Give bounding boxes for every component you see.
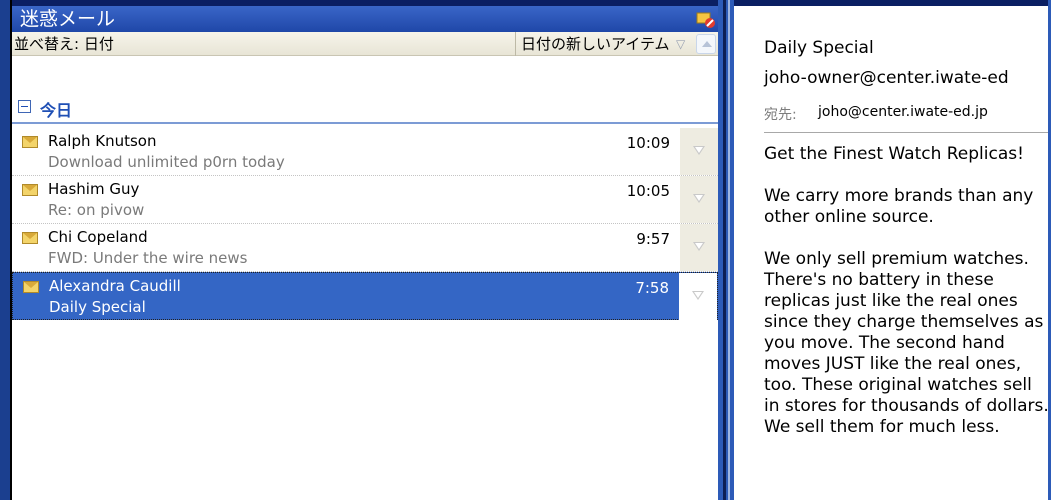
body-paragraph: Get the Finest Watch Replicas! bbox=[764, 144, 1024, 164]
folder-title-bar: 迷惑メール bbox=[12, 6, 718, 32]
message-sender: Alexandra Caudill bbox=[49, 277, 181, 295]
flag-icon[interactable] bbox=[693, 242, 705, 251]
message-row[interactable]: Hashim Guy Re: on pivow 10:05 bbox=[12, 176, 718, 224]
flag-cell[interactable] bbox=[680, 176, 718, 223]
body-paragraph: We carry more brands than any other onli… bbox=[764, 186, 1034, 227]
message-sender: Ralph Knutson bbox=[48, 132, 157, 150]
flag-cell[interactable] bbox=[680, 128, 718, 175]
message-body: Get the Finest Watch Replicas! We carry … bbox=[764, 144, 1049, 459]
to-label: 宛先: bbox=[764, 107, 797, 123]
collapse-icon[interactable] bbox=[18, 100, 31, 113]
pane-splitter[interactable] bbox=[718, 0, 734, 500]
message-row[interactable]: Chi Copeland FWD: Under the wire news 9:… bbox=[12, 224, 718, 272]
message-time: 9:57 bbox=[636, 230, 670, 248]
junk-folder-icon[interactable] bbox=[696, 9, 716, 29]
message-sender: Hashim Guy bbox=[48, 180, 140, 198]
sort-bar: 並べ替え: 日付 日付の新しいアイテム ▽ bbox=[12, 32, 718, 56]
message-row-selected[interactable]: Alexandra Caudill Daily Special 7:58 bbox=[12, 272, 718, 320]
flag-icon[interactable] bbox=[692, 291, 704, 300]
reading-header: Daily Special joho-owner@center.iwate-ed… bbox=[734, 6, 1051, 133]
message-time: 10:05 bbox=[626, 182, 670, 200]
flag-icon[interactable] bbox=[693, 194, 705, 203]
flag-cell[interactable] bbox=[680, 224, 718, 271]
reading-pane: Daily Special joho-owner@center.iwate-ed… bbox=[734, 6, 1051, 500]
envelope-icon bbox=[22, 136, 38, 148]
message-subject: Re: on pivow bbox=[48, 201, 145, 219]
header-divider bbox=[764, 132, 1051, 133]
group-label: 今日 bbox=[40, 101, 73, 120]
envelope-icon bbox=[22, 232, 38, 244]
sort-order-button[interactable]: 日付の新しいアイテム bbox=[515, 32, 670, 56]
window-left-edge bbox=[0, 0, 12, 500]
flag-icon[interactable] bbox=[693, 146, 705, 155]
group-header-today[interactable]: 今日 bbox=[12, 94, 718, 124]
message-subject: FWD: Under the wire news bbox=[48, 249, 248, 267]
message-row[interactable]: Ralph Knutson Download unlimited p0rn to… bbox=[12, 128, 718, 176]
scroll-up-button[interactable] bbox=[696, 34, 716, 54]
message-list: Ralph Knutson Download unlimited p0rn to… bbox=[12, 128, 718, 320]
flag-cell[interactable] bbox=[679, 273, 717, 320]
message-list-pane: 迷惑メール 並べ替え: 日付 日付の新しいアイテム ▽ 今日 Ralph Knu… bbox=[12, 6, 718, 500]
flag-column-icon[interactable]: ▽ bbox=[676, 32, 690, 56]
reading-from[interactable]: joho-owner@center.iwate-ed bbox=[764, 68, 1009, 88]
message-time: 10:09 bbox=[626, 134, 670, 152]
body-paragraph: We only sell premium watches. There's no… bbox=[764, 249, 1049, 437]
folder-title: 迷惑メール bbox=[20, 8, 116, 30]
sort-by-button[interactable]: 並べ替え: 日付 bbox=[14, 32, 114, 56]
reading-subject: Daily Special bbox=[764, 38, 874, 58]
envelope-icon bbox=[22, 184, 38, 196]
message-subject: Download unlimited p0rn today bbox=[48, 153, 285, 171]
envelope-icon bbox=[23, 281, 39, 293]
message-time: 7:58 bbox=[635, 279, 669, 297]
message-subject: Daily Special bbox=[49, 298, 146, 316]
message-sender: Chi Copeland bbox=[48, 228, 148, 246]
reading-to[interactable]: joho@center.iwate-ed.jp bbox=[818, 104, 988, 120]
